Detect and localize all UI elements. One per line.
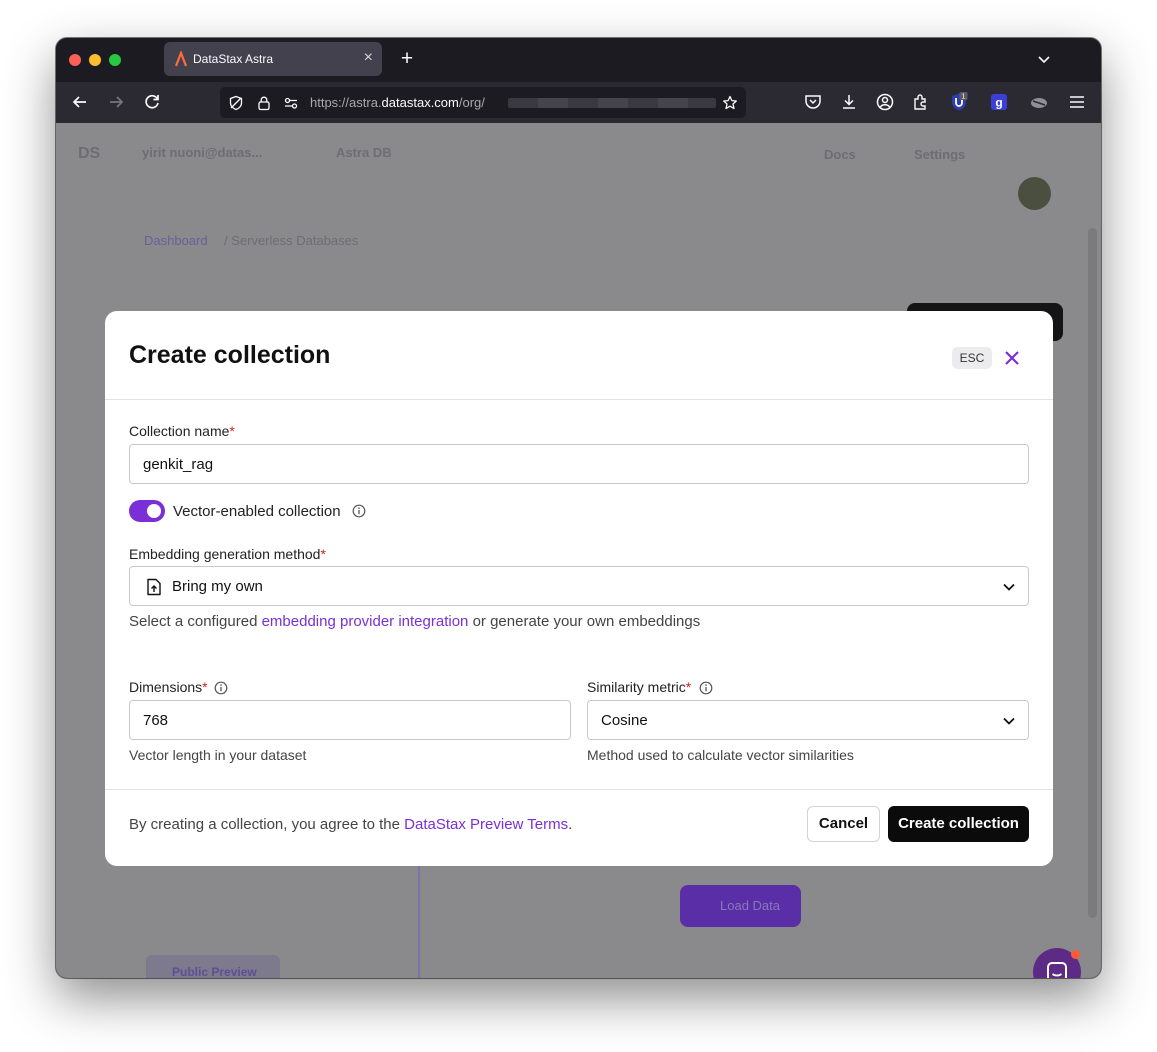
page-content: DS yirit nuoni@datas... Astra DB Docs Se…: [56, 123, 1101, 978]
embedding-help-text: Select a configured embedding provider i…: [129, 613, 701, 630]
avatar[interactable]: [1018, 177, 1051, 210]
create-collection-dialog: Create collection ESC Collection name* g…: [105, 311, 1053, 866]
embedding-provider-link[interactable]: embedding provider integration: [262, 613, 469, 630]
redacted-url-segment: [508, 98, 716, 108]
downloads-icon[interactable]: [839, 92, 859, 112]
create-collection-button[interactable]: Create collection: [888, 806, 1029, 842]
tab-bar: DataStax Astra × +: [56, 38, 1101, 82]
minimize-window-button[interactable]: [89, 54, 101, 66]
divider: [418, 863, 420, 978]
pocket-icon[interactable]: [803, 92, 823, 112]
collection-name-value: genkit_rag: [143, 456, 214, 473]
chevron-down-icon: [1003, 717, 1015, 725]
terms-text: By creating a collection, you agree to t…: [129, 816, 573, 833]
astra-logo: DS: [78, 145, 101, 162]
url-bar[interactable]: https://astra.datastax.com/org/: [220, 87, 746, 118]
collection-name-input[interactable]: genkit_rag: [129, 444, 1029, 484]
reload-icon[interactable]: [141, 91, 163, 113]
maximize-window-button[interactable]: [109, 54, 121, 66]
load-data-button[interactable]: Load Data: [680, 885, 801, 927]
cancel-button[interactable]: Cancel: [807, 806, 880, 842]
public-preview-badge: Public Preview: [146, 955, 280, 978]
dialog-title: Create collection: [129, 341, 331, 369]
grammar-extension-icon[interactable]: g: [989, 92, 1009, 112]
chat-support-button[interactable]: [1033, 948, 1081, 978]
dimensions-label: Dimensions*: [129, 679, 208, 695]
astra-logo-icon: [174, 51, 188, 67]
toggle-knob: [147, 504, 161, 518]
extensions-icon[interactable]: [911, 92, 931, 112]
file-upload-icon: [147, 578, 161, 596]
tab-title: DataStax Astra: [193, 52, 274, 66]
info-icon[interactable]: [352, 504, 366, 518]
vector-enabled-toggle[interactable]: [129, 500, 165, 522]
tab-list-chevron-icon[interactable]: [1037, 52, 1051, 66]
account-icon[interactable]: [875, 92, 895, 112]
esc-hint: ESC: [952, 347, 992, 369]
tab-close-icon[interactable]: ×: [364, 49, 373, 67]
chevron-down-icon: [1003, 583, 1015, 591]
settings-link[interactable]: Settings: [914, 147, 965, 162]
similarity-metric-label: Similarity metric*: [587, 679, 692, 695]
extension-badge: 1: [962, 94, 966, 101]
footer-divider: [105, 789, 1053, 790]
similarity-metric-select[interactable]: Cosine: [587, 700, 1029, 740]
url-text: https://astra.datastax.com/org/: [310, 95, 485, 110]
dimensions-value: 768: [143, 712, 169, 729]
vector-toggle-label: Vector-enabled collection: [173, 503, 341, 520]
browser-window: DataStax Astra × + https://astra.datasta…: [56, 38, 1101, 978]
collection-name-label: Collection name*: [129, 423, 235, 439]
header-divider: [105, 399, 1053, 400]
navigation-bar: https://astra.datastax.com/org/ 1 g: [56, 82, 1101, 123]
bookmark-star-icon[interactable]: [722, 95, 738, 111]
similarity-help-text: Method used to calculate vector similari…: [587, 747, 854, 763]
info-icon[interactable]: [214, 681, 228, 695]
info-icon[interactable]: [699, 681, 713, 695]
embedding-method-value: Bring my own: [172, 578, 263, 595]
embedding-method-label: Embedding generation method*: [129, 546, 326, 562]
close-icon[interactable]: [1003, 349, 1021, 367]
notification-dot: [1071, 950, 1080, 959]
breadcrumb: / Serverless Databases: [224, 233, 359, 248]
browser-tab[interactable]: DataStax Astra ×: [164, 42, 382, 76]
page-scrollbar[interactable]: [1088, 228, 1097, 918]
ublock-extension-icon[interactable]: 1: [949, 92, 969, 112]
new-tab-icon[interactable]: +: [396, 48, 418, 70]
close-window-button[interactable]: [69, 54, 81, 66]
org-selector[interactable]: yirit nuoni@datas...: [142, 145, 262, 160]
embedding-method-select[interactable]: Bring my own: [129, 566, 1029, 606]
dimensions-help-text: Vector length in your dataset: [129, 747, 307, 763]
permissions-icon[interactable]: [283, 95, 299, 111]
forward-icon[interactable]: [105, 91, 127, 113]
vpn-extension-icon[interactable]: [1029, 92, 1049, 112]
docs-link[interactable]: Docs: [824, 147, 856, 162]
lock-icon[interactable]: [256, 95, 272, 111]
dimensions-input[interactable]: 768: [129, 700, 571, 740]
preview-terms-link[interactable]: DataStax Preview Terms: [404, 816, 568, 833]
tracking-protection-icon[interactable]: [228, 95, 244, 111]
chat-icon: [1047, 962, 1067, 978]
back-icon[interactable]: [69, 91, 91, 113]
breadcrumb-link[interactable]: Dashboard: [144, 233, 208, 248]
similarity-metric-value: Cosine: [601, 712, 648, 729]
menu-icon[interactable]: [1067, 92, 1087, 112]
svg-text:g: g: [995, 96, 1002, 110]
product-selector[interactable]: Astra DB: [336, 145, 392, 160]
